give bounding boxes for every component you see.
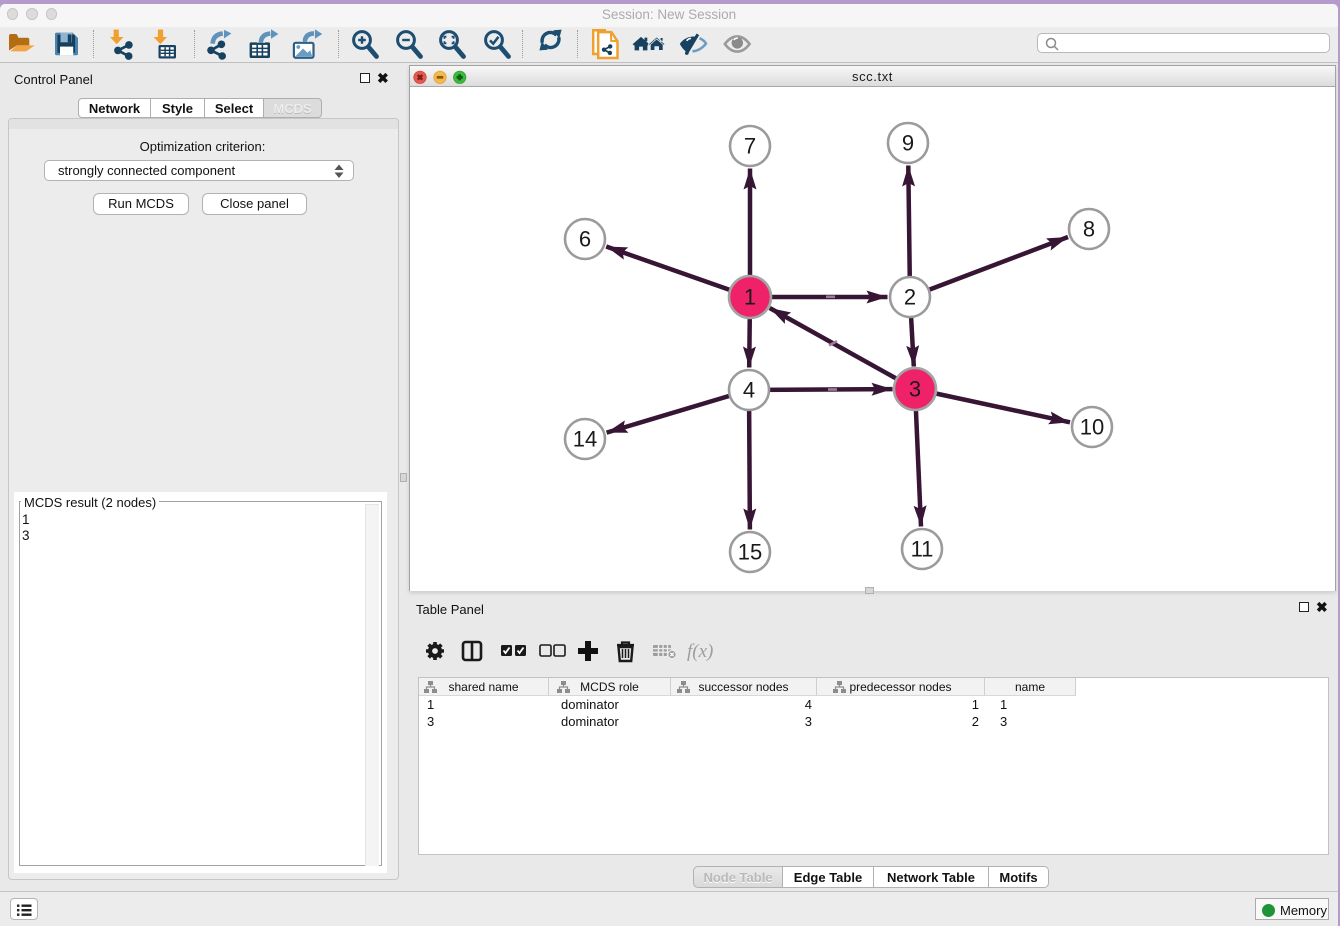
svg-text:3: 3 bbox=[909, 377, 921, 402]
svg-text:6: 6 bbox=[579, 227, 591, 252]
svg-text:15: 15 bbox=[738, 540, 762, 565]
svg-text:8: 8 bbox=[1083, 217, 1095, 242]
svg-text:9: 9 bbox=[902, 131, 914, 156]
svg-text:f(x): f(x) bbox=[687, 641, 713, 662]
svg-text:11: 11 bbox=[911, 537, 934, 562]
svg-text:1: 1 bbox=[744, 285, 756, 310]
svg-text:10: 10 bbox=[1080, 415, 1104, 440]
svg-text:14: 14 bbox=[573, 427, 597, 452]
svg-text:4: 4 bbox=[743, 378, 755, 403]
svg-text:7: 7 bbox=[744, 134, 756, 159]
svg-text:2: 2 bbox=[904, 285, 916, 310]
